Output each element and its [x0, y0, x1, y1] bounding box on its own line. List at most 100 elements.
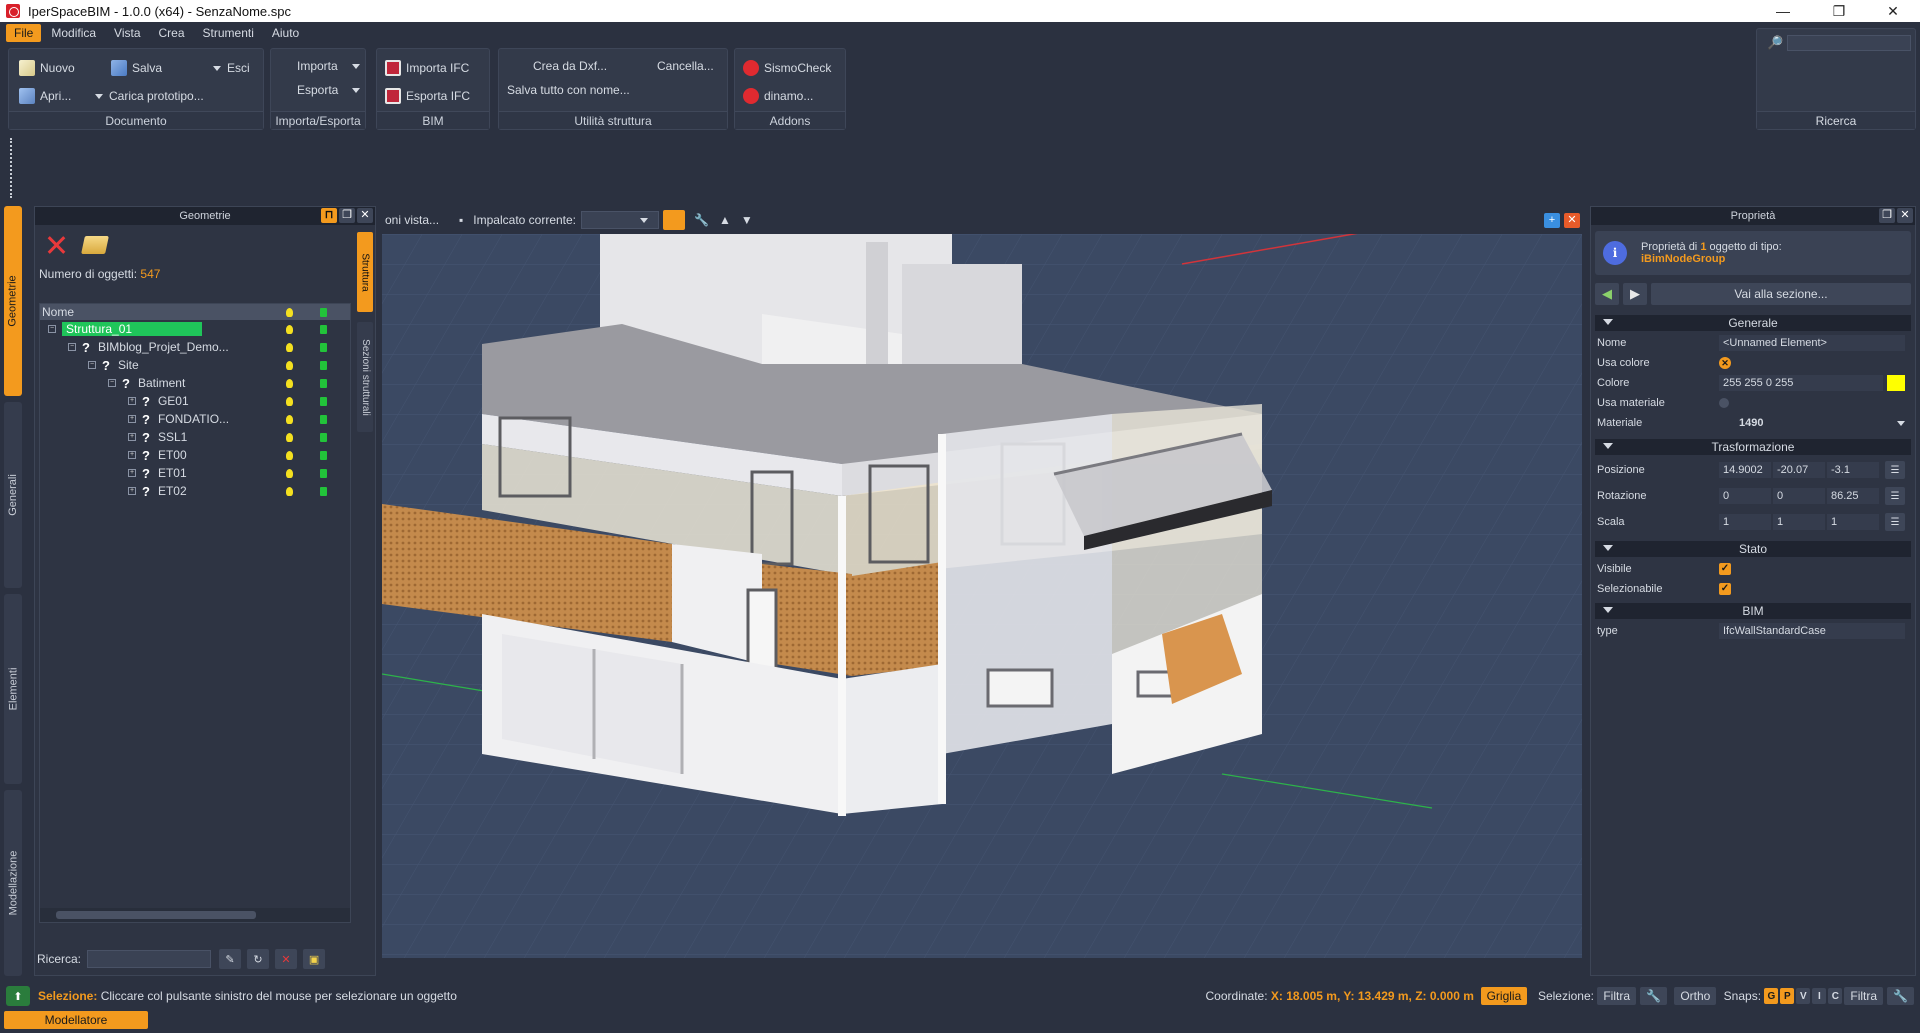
wrench-icon[interactable]: 🔧 [1640, 987, 1667, 1005]
scale-z[interactable]: 1 [1827, 514, 1879, 530]
pos-y[interactable]: -20.07 [1773, 462, 1825, 478]
open-button[interactable]: Apri... [19, 85, 71, 107]
toolbar-grip[interactable] [10, 138, 14, 198]
forward-icon[interactable]: ▶ [1623, 283, 1647, 305]
expand-icon[interactable]: − [108, 379, 116, 387]
tree-row[interactable]: −? BIMblog_Projet_Demo... [40, 338, 350, 356]
visibility-icon[interactable] [285, 378, 293, 388]
expand-icon[interactable]: − [68, 343, 76, 351]
sismocheck-button[interactable]: SismoCheck [743, 57, 831, 79]
type-value[interactable]: IfcWallStandardCase [1719, 623, 1905, 639]
visibility-icon[interactable] [285, 468, 293, 478]
rot-y[interactable]: 0 [1773, 488, 1825, 504]
close-icon[interactable]: ✕ [1870, 0, 1916, 22]
lock-icon[interactable] [319, 450, 327, 460]
tree-scrollbar[interactable] [40, 908, 350, 922]
section-bim[interactable]: BIM [1595, 603, 1911, 619]
lock-icon[interactable] [319, 396, 327, 406]
visibility-icon[interactable] [285, 432, 293, 442]
import-ifc-button[interactable]: Importa IFC [385, 57, 469, 79]
expand-icon[interactable]: + [128, 451, 136, 459]
menu-strumenti[interactable]: Strumenti [195, 24, 262, 42]
close-icon[interactable]: ✕ [1897, 208, 1913, 223]
float-icon[interactable]: ❐ [1879, 208, 1895, 223]
scale-x[interactable]: 1 [1719, 514, 1771, 530]
snap-g[interactable]: G [1764, 988, 1779, 1004]
visibility-icon[interactable] [285, 450, 293, 460]
new-button[interactable]: Nuovo [19, 57, 75, 79]
visibility-icon[interactable] [285, 360, 293, 370]
tree-node[interactable]: +? GE01 [40, 394, 272, 409]
menu-aiuto[interactable]: Aiuto [264, 24, 307, 42]
ribbon-search-input[interactable] [1787, 35, 1911, 51]
tab-elementi[interactable]: Elementi [4, 594, 22, 784]
refresh-icon[interactable]: ↻ [247, 949, 270, 969]
restore-icon[interactable]: ❐ [1816, 0, 1862, 22]
tab-modellazione[interactable]: Modellazione [4, 790, 22, 976]
tree-row[interactable]: +? SSL1 [40, 428, 350, 446]
visibility-icon[interactable] [285, 486, 293, 496]
snap-v[interactable]: V [1796, 988, 1811, 1004]
floor-select[interactable] [581, 211, 660, 229]
pos-z[interactable]: -3.1 [1827, 462, 1879, 478]
tree-row[interactable]: −? Site [40, 356, 350, 374]
lock-icon[interactable] [319, 414, 327, 424]
more-icon[interactable]: ☰ [1885, 487, 1905, 505]
col-name[interactable]: Nome [40, 305, 272, 319]
lock-icon[interactable] [663, 210, 686, 230]
visibility-icon[interactable] [285, 396, 293, 406]
menu-crea[interactable]: Crea [151, 24, 193, 42]
save-all-as-button[interactable]: Salva tutto con nome... [507, 79, 630, 101]
visibile-checkbox[interactable]: ✓ [1719, 563, 1731, 575]
visibility-icon[interactable] [285, 324, 293, 334]
tab-generali[interactable]: Generali [4, 402, 22, 588]
lock-icon[interactable] [319, 468, 327, 478]
chevron-down-icon[interactable] [1897, 420, 1905, 426]
rot-z[interactable]: 86.25 [1827, 488, 1879, 504]
lock-icon[interactable] [319, 342, 327, 352]
usa-materiale-toggle[interactable] [1719, 398, 1729, 408]
tree-node[interactable]: −? Batiment [40, 376, 272, 391]
tree-node[interactable]: +? SSL1 [40, 430, 272, 445]
snap-filter-button[interactable]: Filtra [1844, 987, 1884, 1005]
tree-node[interactable]: − Struttura_01 [40, 322, 272, 336]
tree-row[interactable]: +? ET02 [40, 482, 350, 500]
snap-c[interactable]: C [1828, 988, 1843, 1004]
more-icon[interactable]: ☰ [1885, 461, 1905, 479]
grid-toggle[interactable]: Griglia [1480, 987, 1528, 1005]
lock-icon[interactable] [319, 324, 327, 334]
load-prototype-button[interactable]: Carica prototipo... [93, 85, 204, 107]
folder-open-icon[interactable] [81, 236, 109, 254]
expand-icon[interactable]: + [128, 397, 136, 405]
delete-icon[interactable] [45, 234, 67, 256]
tab-struttura[interactable]: Struttura [357, 232, 373, 312]
tree-row[interactable]: −? Batiment [40, 374, 350, 392]
tree-node[interactable]: +? ET02 [40, 484, 272, 499]
geometry-search-input[interactable] [87, 950, 212, 968]
tree-row[interactable]: +? ET01 [40, 464, 350, 482]
selezionabile-checkbox[interactable]: ✓ [1719, 583, 1731, 595]
save-button[interactable]: Salva [111, 57, 162, 79]
find-icon[interactable]: ✎ [219, 949, 242, 969]
clear-icon[interactable]: ✕ [275, 949, 298, 969]
minimize-icon[interactable]: — [1760, 0, 1806, 22]
menu-modifica[interactable]: Modifica [43, 24, 104, 42]
visibility-icon[interactable] [285, 342, 293, 352]
close-icon[interactable]: ✕ [357, 208, 373, 223]
tree-node[interactable]: +? ET01 [40, 466, 272, 481]
colore-value[interactable]: 255 255 0 255 [1719, 375, 1883, 391]
filter-icon[interactable]: ▣ [303, 949, 326, 969]
mode-indicator[interactable]: Modellatore [4, 1011, 148, 1029]
scrollbar-thumb[interactable] [56, 911, 256, 919]
snap-i[interactable]: I [1812, 988, 1827, 1004]
nome-value[interactable]: <Unnamed Element> [1719, 335, 1905, 351]
expand-icon[interactable]: + [128, 433, 136, 441]
menu-file[interactable]: File [6, 24, 42, 42]
pin-icon[interactable]: ⊓ [321, 208, 337, 223]
lock-icon[interactable] [319, 486, 327, 496]
materiale-value[interactable]: 1490 [1709, 417, 1895, 429]
view-icon[interactable]: ▪ [454, 211, 468, 229]
3d-viewport[interactable] [382, 234, 1582, 958]
lock-icon[interactable] [319, 432, 327, 442]
goto-section-dropdown[interactable]: Vai alla sezione... [1651, 283, 1911, 305]
